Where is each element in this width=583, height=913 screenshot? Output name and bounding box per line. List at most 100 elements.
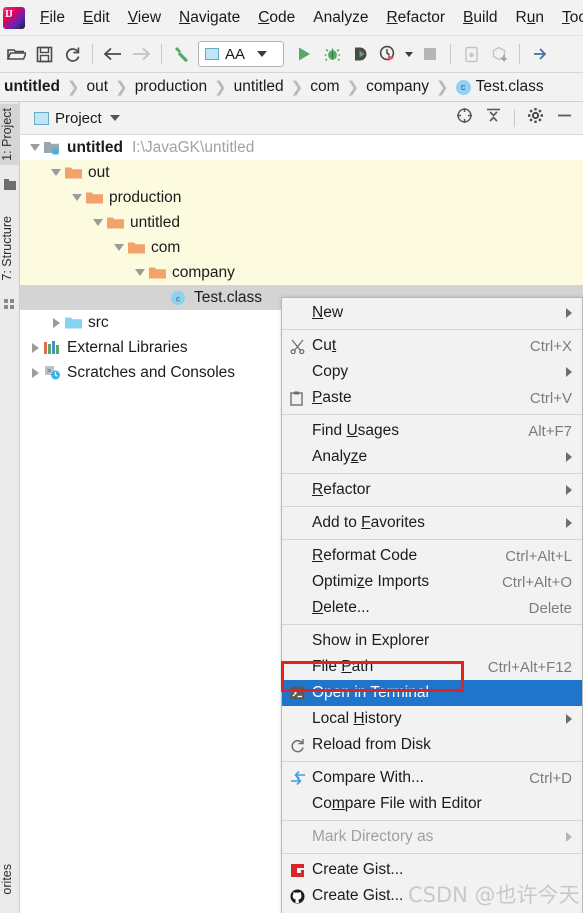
menu-item-refactor[interactable]: Refactor [282,477,582,503]
menu-item-delete[interactable]: Delete... Delete [282,595,582,621]
menu-item-label: New [312,304,344,321]
tree-expand-arrow-down-icon[interactable] [131,269,149,276]
tree-row[interactable]: untitled [20,210,583,235]
menu-edit[interactable]: Edit [74,7,119,29]
tree-expand-arrow-down-icon[interactable] [68,194,86,201]
breadcrumb-item[interactable]: production [135,78,207,96]
breadcrumb-item[interactable]: untitled [4,78,60,96]
scroll-from-source-icon[interactable] [456,107,473,129]
menu-item-analyze[interactable]: Analyze [282,444,582,470]
tree-expand-arrow-right-icon[interactable] [47,317,65,328]
menu-item-compare-file-with-editor[interactable]: Compare File with Editor [282,791,582,817]
breadcrumb-item[interactable]: out [87,78,109,96]
menu-item-copy[interactable]: Copy [282,359,582,385]
stop-square-icon[interactable] [416,40,444,68]
menu-item-cut[interactable]: Cut Ctrl+X [282,333,582,359]
tree-expand-arrow-down-icon[interactable] [89,219,107,226]
menu-analyze[interactable]: Analyze [304,7,377,29]
menu-item-optimize-imports[interactable]: Optimize Imports Ctrl+Alt+O [282,569,582,595]
run-with-coverage-icon[interactable] [346,40,374,68]
breadcrumb-separator: ❯ [115,79,128,96]
search-everywhere-icon[interactable] [526,40,554,68]
intellij-idea-window: FileEditViewNavigateCodeAnalyzeRefactorB… [0,0,583,913]
menu-item-mark-directory-as: Mark Directory as [282,824,582,850]
project-view-icon [34,111,49,125]
tree-row[interactable]: company [20,260,583,285]
sidebar-item-structure[interactable]: 7: Structure [0,212,20,285]
project-panel-header: Project [20,102,583,135]
chevron-down-icon[interactable] [109,115,120,121]
tree-row[interactable]: production [20,185,583,210]
menu-tools[interactable]: Tools [553,7,583,29]
menu-refactor[interactable]: Refactor [377,7,454,29]
menu-item-label: Reload from Disk [312,736,431,753]
save-all-icon[interactable] [30,40,58,68]
breadcrumb-item[interactable]: c Test.class [455,78,544,96]
breadcrumb-separator: ❯ [66,79,80,96]
menu-item-find-usages[interactable]: Find Usages Alt+F7 [282,418,582,444]
run-play-icon[interactable] [290,40,318,68]
tree-row[interactable]: out [20,160,583,185]
menu-item-reload-from-disk[interactable]: Reload from Disk [282,732,582,758]
menu-item-show-in-explorer[interactable]: Show in Explorer [282,628,582,654]
menu-item-label: Compare With... [312,769,424,786]
tree-expand-arrow-down-icon[interactable] [26,144,44,151]
tree-row-path: I:\JavaGK\untitled [131,138,255,156]
menu-view[interactable]: View [119,7,170,29]
menu-item-label: Show in Explorer [312,632,430,649]
class-file-icon: c [455,79,471,95]
forward-arrow-icon[interactable] [127,40,155,68]
settings-gear-icon[interactable] [527,107,544,129]
menu-code[interactable]: Code [249,7,304,29]
menu-item-add-to-favorites[interactable]: Add to Favorites [282,510,582,536]
menu-item-label: Optimize Imports [312,573,430,590]
hide-panel-icon[interactable] [556,107,573,129]
sidebar-item-favorites[interactable]: orites [0,860,20,899]
menu-item-reformat-code[interactable]: Reformat Code Ctrl+Alt+L [282,543,582,569]
sync-gradle-icon[interactable] [485,40,513,68]
menu-item-label: Compare File with Editor [312,795,482,812]
tree-expand-arrow-right-icon[interactable] [26,367,44,378]
menu-item-open-in-terminal[interactable]: Open in Terminal [282,680,582,706]
chevron-down-icon[interactable] [257,51,268,57]
menu-item-label: Mark Directory as [312,828,434,845]
menu-item-shortcut: Ctrl+V [529,389,572,407]
menu-item-diagrams[interactable]: Diagrams [282,909,582,913]
menu-item-new[interactable]: New [282,300,582,326]
menu-item-local-history[interactable]: Local History [282,706,582,732]
tree-expand-arrow-right-icon[interactable] [26,342,44,353]
breadcrumb-label: Test.class [475,78,544,95]
menu-separator [282,539,582,540]
breadcrumb-item[interactable]: company [366,78,429,96]
build-hammer-icon[interactable] [168,40,196,68]
collapse-all-icon[interactable] [485,107,502,129]
menu-navigate[interactable]: Navigate [170,7,249,29]
menu-bar: FileEditViewNavigateCodeAnalyzeRefactorB… [0,0,583,36]
chevron-down-icon[interactable] [402,40,416,68]
tree-expand-arrow-down-icon[interactable] [110,244,128,251]
tree-row[interactable]: untitled I:\JavaGK\untitled [20,135,583,160]
breadcrumb-label: company [366,78,429,95]
menu-item-compare-with[interactable]: Compare With... Ctrl+D [282,765,582,791]
open-folder-icon[interactable] [2,40,30,68]
menu-run[interactable]: Run [507,7,553,29]
breadcrumb-item[interactable]: untitled [234,78,284,96]
tree-row[interactable]: com [20,235,583,260]
sync-refresh-icon[interactable] [58,40,86,68]
menu-item-label: File Path [312,658,374,675]
context-menu[interactable]: New Cut Ctrl+X Copy Paste Ctrl+V Find Usages Al… [281,297,583,913]
menu-build[interactable]: Build [454,7,506,29]
debug-bug-icon[interactable] [318,40,346,68]
libraries-icon [44,340,61,354]
back-arrow-icon[interactable] [99,40,127,68]
run-configuration-selector[interactable]: AA [198,41,284,67]
sidebar-item-project[interactable]: 1: Project [0,104,20,165]
menu-file[interactable]: File [31,7,74,29]
breadcrumb-item[interactable]: com [310,78,339,96]
tree-expand-arrow-down-icon[interactable] [47,169,65,176]
menu-item-file-path[interactable]: File Path Ctrl+Alt+F12 [282,654,582,680]
menu-item-paste[interactable]: Paste Ctrl+V [282,385,582,411]
device-manager-icon[interactable] [457,40,485,68]
breadcrumb-label: com [310,78,340,95]
profiler-clock-icon[interactable] [374,40,402,68]
